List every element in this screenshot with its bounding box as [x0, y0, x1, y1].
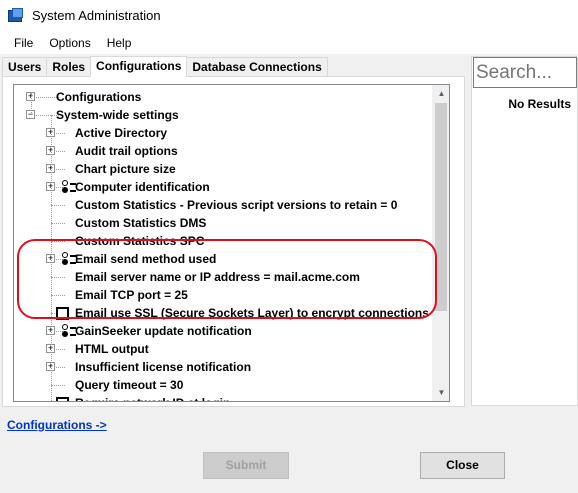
tree-item-label: HTML output: [75, 342, 149, 356]
title-bar: System Administration: [0, 0, 578, 31]
checkbox-icon[interactable]: [56, 397, 69, 401]
tree-item-label: Computer identification: [75, 180, 210, 194]
tree-item-label: Email send method used: [75, 252, 217, 266]
tree-item[interactable]: Custom Statistics SPC: [14, 232, 434, 250]
tree-item-label: System-wide settings: [56, 108, 179, 122]
tree-item-label: Custom Statistics DMS: [75, 216, 207, 230]
search-panel: No Results: [471, 56, 578, 406]
tree-item[interactable]: Require network ID at login: [14, 394, 434, 401]
tree-item[interactable]: Email server name or IP address = mail.a…: [14, 268, 434, 286]
menu-help[interactable]: Help: [99, 32, 140, 54]
checkbox-icon[interactable]: [56, 307, 69, 320]
tree-item[interactable]: Email use SSL (Secure Sockets Layer) to …: [14, 304, 434, 322]
configurations-panel: + Configurations − System-wide settings + Act…: [2, 76, 465, 407]
close-button[interactable]: Close: [420, 452, 505, 479]
menu-bar: File Options Help: [0, 31, 578, 55]
tree-item-label: Email server name or IP address = mail.a…: [75, 270, 360, 284]
tree-item[interactable]: + Configurations: [14, 88, 434, 106]
scroll-up-icon[interactable]: ▲: [433, 85, 449, 102]
tree-scrollbar[interactable]: ▲ ▼: [432, 85, 449, 401]
tree-item[interactable]: − System-wide settings: [14, 106, 434, 124]
tree-item[interactable]: Query timeout = 30: [14, 376, 434, 394]
tree-item-label: GainSeeker update notification: [75, 324, 252, 338]
tree-item-label: Audit trail options: [75, 144, 178, 158]
tree-item[interactable]: + Insufficient license notification: [14, 358, 434, 376]
tree-item[interactable]: + Computer identification: [14, 178, 434, 196]
app-icon: [8, 7, 24, 24]
tree-item-label: Custom Statistics - Previous script vers…: [75, 198, 398, 212]
tree-item-label: Chart picture size: [75, 162, 176, 176]
tree-item-label: Email use SSL (Secure Sockets Layer) to …: [75, 306, 429, 320]
window-title: System Administration: [32, 8, 161, 23]
radio-options-icon: [62, 252, 76, 266]
scroll-down-icon[interactable]: ▼: [433, 384, 449, 401]
tab-configurations[interactable]: Configurations: [90, 56, 188, 77]
tree-item[interactable]: Email TCP port = 25: [14, 286, 434, 304]
tree-item-label: Active Directory: [75, 126, 168, 140]
tree-item[interactable]: + GainSeeker update notification: [14, 322, 434, 340]
tree-item-label: Insufficient license notification: [75, 360, 252, 374]
tree-item-label: Custom Statistics SPC: [75, 234, 205, 248]
tab-database-connections[interactable]: Database Connections: [186, 57, 328, 77]
tree-item[interactable]: Custom Statistics - Previous script vers…: [14, 196, 434, 214]
menu-options[interactable]: Options: [41, 32, 98, 54]
tree-item-label: Configurations: [56, 90, 142, 104]
tree-item-label: Query timeout = 30: [75, 378, 184, 392]
configurations-link[interactable]: Configurations ->: [7, 418, 107, 432]
config-tree[interactable]: + Configurations − System-wide settings + Act…: [13, 84, 450, 402]
tree-guide-line: [31, 93, 32, 113]
tree-item[interactable]: + Email send method used: [14, 250, 434, 268]
tree-item[interactable]: Custom Statistics DMS: [14, 214, 434, 232]
tree-item-label: Require network ID at login: [75, 396, 230, 401]
tree-guide-line: [51, 115, 52, 401]
no-results-text: No Results: [508, 97, 571, 111]
tree-item-label: Email TCP port = 25: [75, 288, 188, 302]
tree-item[interactable]: + Chart picture size: [14, 160, 434, 178]
submit-button[interactable]: Submit: [203, 452, 289, 479]
tree-item[interactable]: + Active Directory: [14, 124, 434, 142]
radio-options-icon: [62, 180, 76, 194]
scroll-thumb[interactable]: [435, 103, 447, 311]
radio-options-icon: [62, 324, 76, 338]
search-input[interactable]: [473, 57, 577, 88]
tree-item[interactable]: + HTML output: [14, 340, 434, 358]
tab-users[interactable]: Users: [2, 57, 48, 77]
tab-roles[interactable]: Roles: [46, 57, 92, 77]
menu-file[interactable]: File: [6, 32, 41, 54]
tab-strip: Users Roles Configurations Database Conn…: [2, 56, 328, 77]
tree-item[interactable]: + Audit trail options: [14, 142, 434, 160]
